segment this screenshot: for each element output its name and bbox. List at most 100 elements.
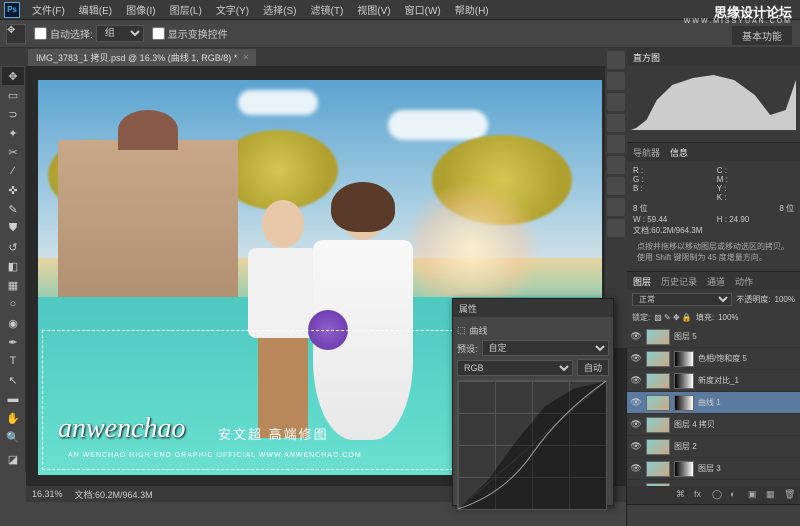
menu-type[interactable]: 文字(Y) (210, 0, 255, 19)
brushes-icon[interactable] (607, 177, 625, 195)
layer-thumb[interactable] (646, 461, 670, 477)
folder-icon[interactable]: ▣ (748, 489, 760, 501)
menu-file[interactable]: 文件(F) (26, 0, 71, 19)
info-tab[interactable]: 信息 (670, 146, 688, 159)
navigator-tab[interactable]: 导航器 (633, 146, 660, 159)
link-icon[interactable]: ⌘ (676, 489, 688, 501)
lock-icons[interactable]: ▧ ✎ ✥ 🔒 (654, 313, 692, 322)
preset-select[interactable]: 自定 (482, 340, 609, 356)
eraser-tool[interactable]: ◧ (2, 257, 24, 275)
gradient-tool[interactable]: ▦ (2, 276, 24, 294)
marquee-tool[interactable]: ▭ (2, 86, 24, 104)
layer-thumb[interactable] (646, 417, 670, 433)
eyedropper-tool[interactable]: ⁄ (2, 162, 24, 180)
menu-image[interactable]: 图像(I) (120, 0, 161, 19)
move-tool[interactable]: ✥ (2, 67, 24, 85)
show-transform-check[interactable] (152, 27, 165, 40)
color-icon[interactable] (607, 51, 625, 69)
crop-tool[interactable]: ✂ (2, 143, 24, 161)
histogram-tab[interactable]: 直方图 (633, 51, 660, 64)
layer-thumb[interactable] (646, 395, 670, 411)
mask-icon[interactable]: ◯ (712, 489, 724, 501)
auto-button[interactable]: 自动 (577, 359, 609, 376)
swatches-icon[interactable] (607, 72, 625, 90)
new-layer-icon[interactable]: ▦ (766, 489, 778, 501)
trash-icon[interactable]: 🗑 (784, 489, 796, 501)
menu-edit[interactable]: 编辑(E) (73, 0, 118, 19)
hand-tool[interactable]: ✋ (2, 409, 24, 427)
channels-tab[interactable]: 通道 (707, 275, 725, 288)
properties-header[interactable]: 属性 (453, 299, 613, 317)
auto-select-target[interactable]: 组 (96, 25, 144, 42)
layer-mask[interactable] (674, 373, 694, 389)
heal-tool[interactable]: ✜ (2, 181, 24, 199)
shape-tool[interactable]: ▬ (2, 390, 24, 408)
para-icon[interactable] (607, 156, 625, 174)
move-tool-icon[interactable]: ✥ (6, 24, 26, 44)
adj-icon[interactable]: ◐ (730, 489, 742, 501)
layer-row[interactable]: 👁新度对比_1 (627, 370, 800, 392)
layer-mask[interactable] (674, 395, 694, 411)
menu-help[interactable]: 帮助(H) (449, 0, 495, 19)
layer-row[interactable]: 👁色相/饱和度 5 (627, 348, 800, 370)
lasso-tool[interactable]: ⊃ (2, 105, 24, 123)
history-tab[interactable]: 历史记录 (661, 275, 697, 288)
workspace-selector[interactable]: 基本功能 (732, 26, 792, 45)
menu-layer[interactable]: 图层(L) (164, 0, 208, 19)
eye-icon[interactable]: 👁 (630, 397, 642, 409)
layers-tab[interactable]: 图层 (633, 275, 651, 288)
pen-tool[interactable]: ✒ (2, 333, 24, 351)
brush-tool[interactable]: ✎ (2, 200, 24, 218)
curves-line[interactable] (458, 381, 606, 509)
eye-icon[interactable]: 👁 (630, 331, 642, 343)
layer-mask[interactable] (674, 351, 694, 367)
layer-thumb[interactable] (646, 329, 670, 345)
curves-graph[interactable] (457, 380, 607, 510)
document-tab[interactable]: IMG_3783_1 拷贝.psd @ 16.3% (曲线 1, RGB/8) … (28, 49, 256, 66)
layer-thumb[interactable] (646, 351, 670, 367)
menu-select[interactable]: 选择(S) (257, 0, 302, 19)
menu-filter[interactable]: 滤镜(T) (305, 0, 350, 19)
path-tool[interactable]: ↖ (2, 371, 24, 389)
wand-tool[interactable]: ✦ (2, 124, 24, 142)
menu-view[interactable]: 视图(V) (351, 0, 396, 19)
close-icon[interactable]: × (243, 52, 248, 62)
zoom-tool[interactable]: 🔍 (2, 428, 24, 446)
dodge-tool[interactable]: ◉ (2, 314, 24, 332)
clone-icon[interactable] (607, 198, 625, 216)
layer-row[interactable]: 👁光线 (627, 480, 800, 486)
menu-window[interactable]: 窗口(W) (399, 0, 447, 19)
color-swap[interactable]: ◪ (2, 447, 24, 471)
layer-row[interactable]: 👁曲线 1 (627, 392, 800, 414)
eye-icon[interactable]: 👁 (630, 441, 642, 453)
layer-row[interactable]: 👁图层 2 (627, 436, 800, 458)
measure-icon[interactable] (607, 219, 625, 237)
actions-tab[interactable]: 动作 (735, 275, 753, 288)
channel-select[interactable]: RGB (457, 360, 573, 376)
eye-icon[interactable]: 👁 (630, 353, 642, 365)
auto-select-check[interactable] (34, 27, 47, 40)
layer-mask[interactable] (674, 461, 694, 477)
adjustments-icon[interactable] (607, 93, 625, 111)
layer-thumb[interactable] (646, 439, 670, 455)
properties-panel[interactable]: 属性 ⬚曲线 预设: 自定 RGB 自动 (452, 298, 614, 506)
opacity-value[interactable]: 100% (775, 295, 795, 304)
blend-mode[interactable]: 正常 (632, 293, 732, 306)
zoom-level[interactable]: 16.31% (32, 489, 63, 499)
eye-icon[interactable]: 👁 (630, 485, 642, 487)
layer-row[interactable]: 👁图层 5 (627, 326, 800, 348)
eye-icon[interactable]: 👁 (630, 463, 642, 475)
layer-thumb[interactable] (646, 373, 670, 389)
char-icon[interactable] (607, 135, 625, 153)
layer-row[interactable]: 👁图层 3 (627, 458, 800, 480)
fx-icon[interactable]: fx (694, 489, 706, 501)
fill-value[interactable]: 100% (718, 313, 738, 322)
type-tool[interactable]: T (2, 352, 24, 370)
blur-tool[interactable]: ○ (2, 295, 24, 313)
history-brush-tool[interactable]: ↺ (2, 238, 24, 256)
eye-icon[interactable]: 👁 (630, 375, 642, 387)
layer-thumb[interactable] (646, 483, 670, 487)
styles-icon[interactable] (607, 114, 625, 132)
layer-row[interactable]: 👁图层 4 拷贝 (627, 414, 800, 436)
eye-icon[interactable]: 👁 (630, 419, 642, 431)
